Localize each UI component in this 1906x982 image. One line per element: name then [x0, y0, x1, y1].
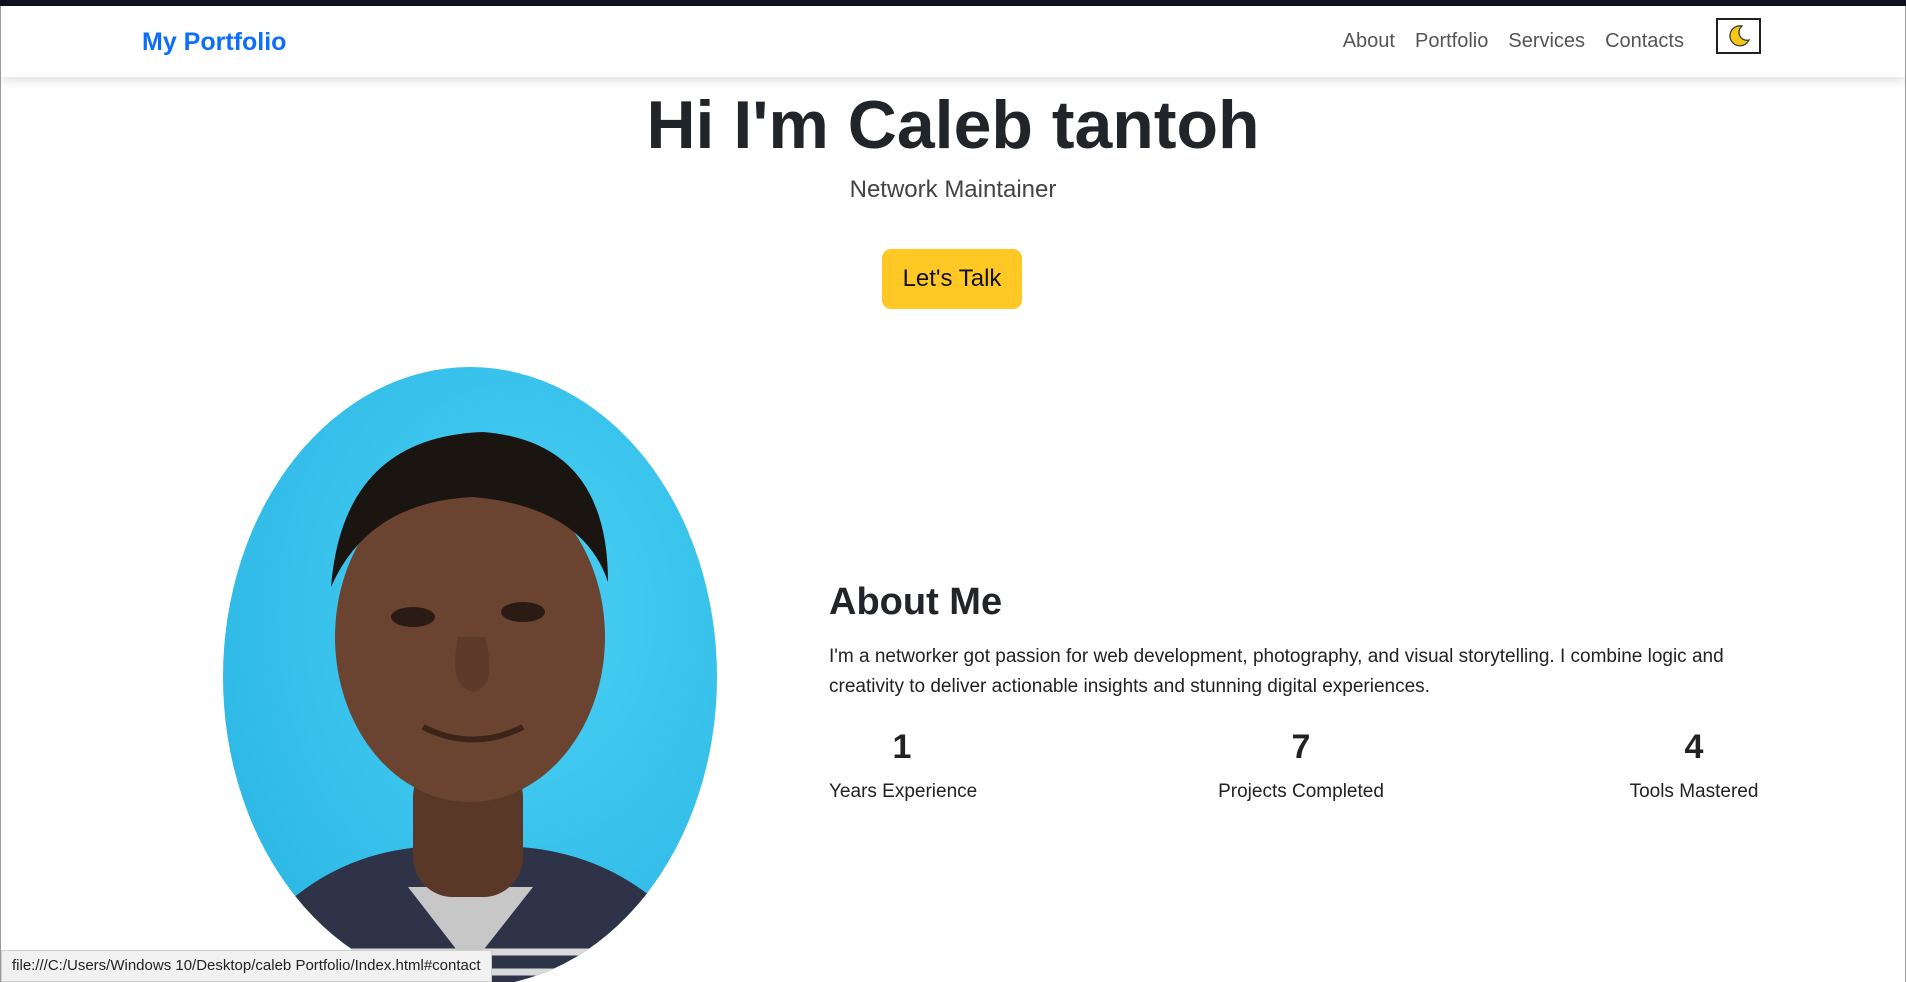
browser-viewport: My Portfolio About Portfolio Services Co… — [0, 6, 1906, 982]
nav-link-contacts[interactable]: Contacts — [1605, 30, 1684, 53]
nav-link-services[interactable]: Services — [1508, 30, 1585, 53]
theme-toggle-button[interactable] — [1716, 18, 1761, 54]
navbar: My Portfolio About Portfolio Services Co… — [1, 6, 1905, 77]
about-description: I'm a networker got passion for web deve… — [829, 646, 1724, 697]
stat-value: 4 — [1684, 728, 1704, 766]
lets-talk-button[interactable]: Let's Talk — [882, 249, 1022, 309]
stat-projects-completed: 7 Projects Completed — [1215, 728, 1387, 803]
stat-label: Tools Mastered — [1629, 781, 1759, 802]
stat-years-experience: 1 Years Experience — [829, 728, 978, 803]
stat-value: 1 — [892, 728, 912, 766]
stat-label: Projects Completed — [1218, 781, 1384, 802]
nav-link-about[interactable]: About — [1343, 30, 1395, 53]
person-photo-icon — [226, 432, 715, 982]
stat-value: 7 — [1291, 728, 1311, 766]
link-status-bar: file:///C:/Users/Windows 10/Desktop/cale… — [1, 950, 492, 982]
stat-tools-mastered: 4 Tools Mastered — [1627, 728, 1761, 803]
brand-link[interactable]: My Portfolio — [142, 28, 286, 57]
about-title: About Me — [829, 581, 1003, 623]
profile-photo — [223, 367, 717, 982]
stat-label: Years Experience — [829, 781, 978, 802]
moon-icon — [1728, 25, 1750, 47]
nav-link-portfolio[interactable]: Portfolio — [1415, 30, 1488, 53]
hero-title: Hi I'm Caleb tantoh — [646, 87, 1260, 163]
nav-links: About Portfolio Services Contacts — [1343, 30, 1684, 53]
hero-subtitle: Network Maintainer — [849, 176, 1057, 203]
